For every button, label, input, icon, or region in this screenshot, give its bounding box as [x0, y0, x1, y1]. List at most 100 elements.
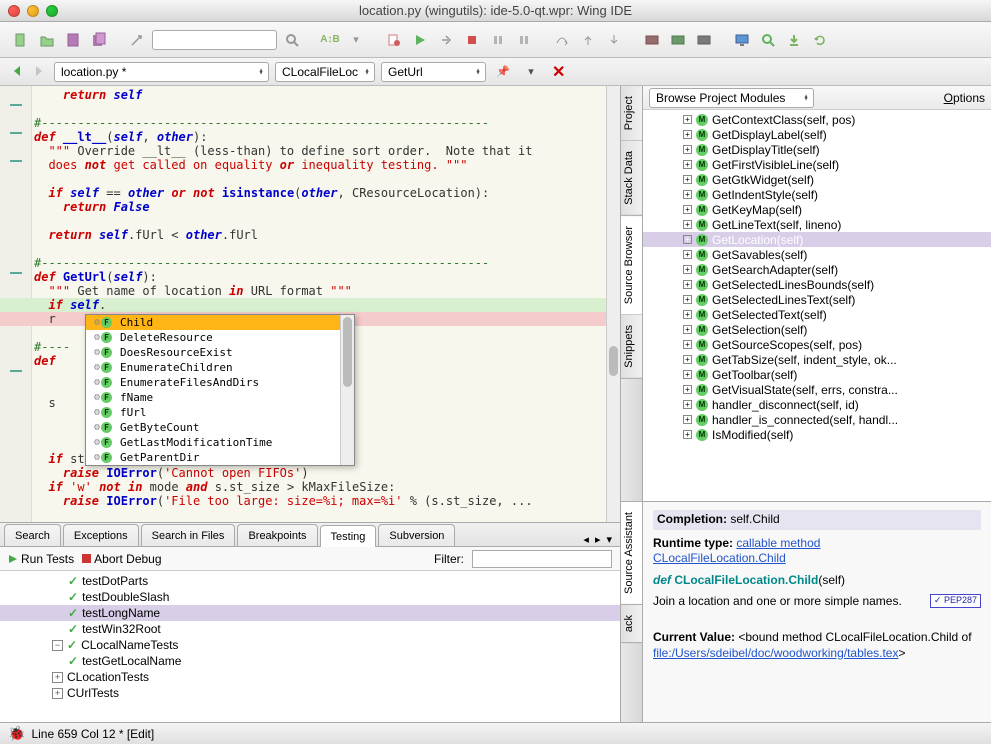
- method-item[interactable]: +MGetGtkWidget(self): [643, 172, 991, 187]
- browse-modules-dropdown[interactable]: Browse Project Modules: [649, 88, 814, 108]
- test-filter-input[interactable]: [472, 550, 612, 568]
- expand-icon[interactable]: +: [683, 220, 692, 229]
- autocomplete-item[interactable]: ⚙FGetByteCount: [86, 420, 354, 435]
- close-window-button[interactable]: [8, 5, 20, 17]
- method-item[interactable]: +MGetKeyMap(self): [643, 202, 991, 217]
- expand-icon[interactable]: +: [683, 385, 692, 394]
- tree-expand-icon[interactable]: +: [52, 688, 63, 699]
- method-item[interactable]: +MGetIndentStyle(self): [643, 187, 991, 202]
- method-item[interactable]: +MGetFirstVisibleLine(self): [643, 157, 991, 172]
- refresh-icon[interactable]: [809, 29, 831, 51]
- runtime-type-link[interactable]: callable method: [736, 536, 820, 550]
- replace-icon[interactable]: A↕B: [319, 29, 341, 51]
- expand-icon[interactable]: +: [683, 145, 692, 154]
- editor-scrollbar[interactable]: [606, 86, 620, 522]
- step-over-icon[interactable]: [551, 29, 573, 51]
- expand-icon[interactable]: +: [683, 235, 692, 244]
- maximize-window-button[interactable]: [46, 5, 58, 17]
- method-item[interactable]: +MGetContextClass(self, pos): [643, 112, 991, 127]
- dropdown-icon[interactable]: ▾: [520, 61, 542, 83]
- expand-icon[interactable]: +: [683, 115, 692, 124]
- breakpoint-icon[interactable]: [641, 29, 663, 51]
- expand-icon[interactable]: +: [683, 415, 692, 424]
- tree-expand-icon[interactable]: +: [52, 672, 63, 683]
- method-item[interactable]: +MGetDisplayTitle(self): [643, 142, 991, 157]
- method-item[interactable]: +MGetSavables(self): [643, 247, 991, 262]
- tab-exceptions[interactable]: Exceptions: [63, 524, 139, 546]
- tab-nav-right-icon[interactable]: ▸: [595, 533, 601, 546]
- test-item[interactable]: + CLocationTests: [0, 669, 620, 685]
- expand-icon[interactable]: +: [683, 280, 692, 289]
- method-item[interactable]: +Mhandler_is_connected(self, handl...: [643, 412, 991, 427]
- autocomplete-item[interactable]: ⚙FDoesResourceExist: [86, 345, 354, 360]
- current-value-link[interactable]: file:/Users/sdeibel/doc/woodworking/tabl…: [653, 646, 898, 660]
- autocomplete-item[interactable]: ⚙FGetLastModificationTime: [86, 435, 354, 450]
- test-item[interactable]: ✓ testWin32Root: [0, 621, 620, 637]
- expand-icon[interactable]: +: [683, 430, 692, 439]
- method-item[interactable]: +Mhandler_disconnect(self, id): [643, 397, 991, 412]
- open-folder-icon[interactable]: [36, 29, 58, 51]
- expand-icon[interactable]: +: [683, 175, 692, 184]
- method-item[interactable]: +MGetSelectedText(self): [643, 307, 991, 322]
- breakpoint3-icon[interactable]: [693, 29, 715, 51]
- method-item[interactable]: +MIsModified(self): [643, 427, 991, 442]
- runtime-class-link[interactable]: CLocalFileLocation.Child: [653, 551, 786, 565]
- expand-icon[interactable]: +: [683, 340, 692, 349]
- expand-icon[interactable]: +: [683, 190, 692, 199]
- test-item[interactable]: ✓ testDoubleSlash: [0, 589, 620, 605]
- expand-icon[interactable]: +: [683, 310, 692, 319]
- tab-menu-icon[interactable]: ▾: [606, 533, 612, 546]
- breakpoint2-icon[interactable]: [667, 29, 689, 51]
- run-icon[interactable]: [409, 29, 431, 51]
- method-item[interactable]: +MGetToolbar(self): [643, 367, 991, 382]
- autocomplete-item[interactable]: ⚙FfName: [86, 390, 354, 405]
- method-item[interactable]: +MGetSearchAdapter(self): [643, 262, 991, 277]
- monitor-icon[interactable]: [731, 29, 753, 51]
- code-editor[interactable]: return self #---------------------------…: [0, 86, 620, 522]
- test-item[interactable]: ✓ testDotParts: [0, 573, 620, 589]
- nav-back-icon[interactable]: [10, 64, 26, 80]
- method-item[interactable]: +MGetSelectedLinesBounds(self): [643, 277, 991, 292]
- method-list[interactable]: +MGetContextClass(self, pos)+MGetDisplay…: [643, 110, 991, 501]
- expand-icon[interactable]: +: [683, 160, 692, 169]
- pause-icon[interactable]: [487, 29, 509, 51]
- zoom-icon[interactable]: [757, 29, 779, 51]
- expand-icon[interactable]: +: [683, 370, 692, 379]
- vtab-stack-data[interactable]: Stack Data: [621, 141, 642, 216]
- test-item[interactable]: + CUrlTests: [0, 685, 620, 701]
- pause2-icon[interactable]: [513, 29, 535, 51]
- expand-icon[interactable]: +: [683, 355, 692, 364]
- autocomplete-item[interactable]: ⚙FEnumerateChildren: [86, 360, 354, 375]
- step-down-icon[interactable]: [603, 29, 625, 51]
- expand-icon[interactable]: +: [683, 265, 692, 274]
- tab-nav-left-icon[interactable]: ◂: [583, 533, 589, 546]
- method-item[interactable]: +MGetSelectedLinesText(self): [643, 292, 991, 307]
- autocomplete-item[interactable]: ⚙FEnumerateFilesAndDirs: [86, 375, 354, 390]
- method-item[interactable]: +MGetSelection(self): [643, 322, 991, 337]
- tab-search-in-files[interactable]: Search in Files: [141, 524, 236, 546]
- method-dropdown[interactable]: GetUrl: [381, 62, 486, 82]
- autocomplete-item[interactable]: ⚙FChild: [86, 315, 354, 330]
- close-tab-icon[interactable]: ✕: [552, 62, 565, 82]
- file-dropdown[interactable]: location.py *: [54, 62, 269, 82]
- method-item[interactable]: +MGetDisplayLabel(self): [643, 127, 991, 142]
- vtab-source-assistant[interactable]: Source Assistant: [621, 502, 642, 605]
- expand-icon[interactable]: +: [683, 400, 692, 409]
- tab-search[interactable]: Search: [4, 524, 61, 546]
- run-tests-button[interactable]: Run Tests: [8, 552, 74, 566]
- vtab-stack[interactable]: ack: [621, 605, 642, 643]
- options-link[interactable]: Options: [944, 91, 985, 105]
- autocomplete-item[interactable]: ⚙FDeleteResource: [86, 330, 354, 345]
- class-dropdown[interactable]: CLocalFileLoc: [275, 62, 375, 82]
- test-tree[interactable]: ✓ testDotParts✓ testDoubleSlash✓ testLon…: [0, 571, 620, 722]
- expand-icon[interactable]: +: [683, 295, 692, 304]
- method-item[interactable]: +MGetTabSize(self, indent_style, ok...: [643, 352, 991, 367]
- download-icon[interactable]: [783, 29, 805, 51]
- step-out-icon[interactable]: [577, 29, 599, 51]
- tree-expand-icon[interactable]: −: [52, 640, 63, 651]
- expand-icon[interactable]: +: [683, 325, 692, 334]
- abort-debug-button[interactable]: Abort Debug: [82, 552, 161, 566]
- pin-icon[interactable]: 📌: [492, 61, 514, 83]
- tab-breakpoints[interactable]: Breakpoints: [237, 524, 317, 546]
- method-item[interactable]: +MGetVisualState(self, errs, constra...: [643, 382, 991, 397]
